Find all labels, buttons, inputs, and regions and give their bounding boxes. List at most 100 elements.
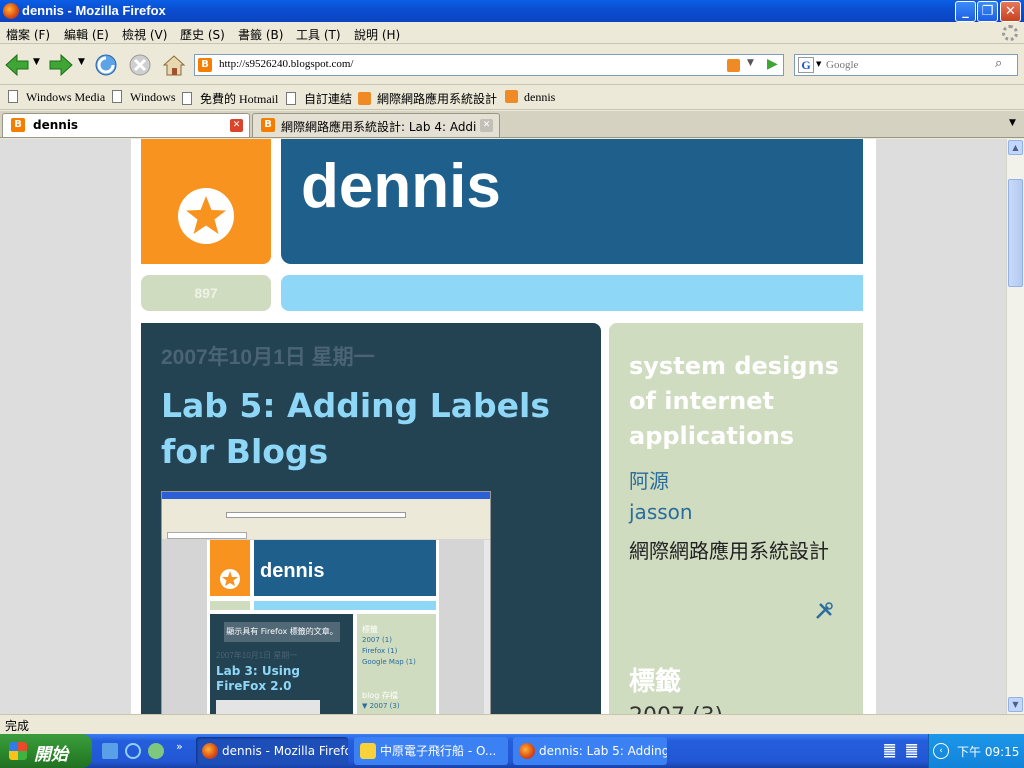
page-icon — [8, 90, 18, 103]
page-viewport: dennis 897 2007年10月1日 星期一 Lab 5: Adding … — [0, 139, 1006, 714]
quicklaunch-ie-icon[interactable] — [125, 743, 141, 759]
page-icon — [112, 90, 122, 103]
scroll-down-icon[interactable]: ▼ — [1008, 697, 1023, 712]
close-window-button[interactable]: ✕ — [1000, 1, 1021, 22]
tab-bar: B dennis ✕ B 網際網路應用系統設計: Lab 4: Addi... … — [0, 111, 1024, 138]
reload-icon[interactable] — [93, 52, 119, 78]
header-blue-block: dennis — [281, 139, 863, 264]
screenshot-tab — [167, 532, 247, 539]
bookmark-windows[interactable]: Windows — [112, 90, 176, 105]
screenshot-urlbar — [226, 512, 406, 518]
clock: 下午 09:15 — [957, 745, 1020, 759]
task-cycu[interactable]: 中原電子飛行船 - O... — [354, 737, 508, 765]
search-magnifier-icon[interactable]: ⌕ — [995, 56, 1002, 71]
ime-mode-icon[interactable]: ䷀ — [905, 741, 918, 759]
label-2007[interactable]: 2007 (3) — [629, 704, 723, 714]
back-dropdown-icon[interactable]: ▼ — [33, 57, 40, 67]
home-icon[interactable] — [161, 52, 187, 78]
window-title: dennis - Mozilla Firefox — [22, 3, 166, 18]
screenshot-thumbnail — [216, 700, 320, 714]
stop-icon[interactable] — [127, 52, 153, 78]
bookmark-custom-links[interactable]: 自訂連結 — [286, 90, 352, 107]
scroll-up-icon[interactable]: ▲ — [1008, 140, 1023, 155]
status-bar: 完成 — [0, 714, 1024, 734]
firefox-icon — [519, 743, 535, 759]
minimize-button[interactable]: _ — [955, 1, 976, 22]
sidebar-title: system designs of internet applications — [629, 352, 839, 450]
post-screenshot-image[interactable]: dennis 顯示具有 Firefox 標籤的文章。 2007年10月1日 星期… — [161, 491, 491, 714]
menu-bar: 檔案 (F) 編輯 (E) 檢視 (V) 歷史 (S) 書籤 (B) 工具 (T… — [0, 22, 1024, 44]
firefox-icon — [3, 3, 19, 19]
url-dropdown-icon[interactable]: ▼ — [747, 58, 754, 68]
vertical-scrollbar[interactable]: ▲ ▼ — [1006, 139, 1024, 714]
url-bar[interactable]: B http://s9526240.blogspot.com/ ▼ ▶ — [194, 54, 784, 76]
screenshot-star-icon — [220, 569, 240, 589]
bookmark-windows-media[interactable]: Windows Media — [8, 90, 105, 105]
task-firefox-lab5[interactable]: dennis: Lab 5: Adding ... — [513, 737, 667, 765]
page-icon — [286, 92, 296, 105]
header-orange-block — [141, 139, 271, 264]
edit-tools-icon[interactable] — [814, 601, 834, 621]
search-input[interactable] — [826, 56, 991, 74]
quicklaunch-desktop-icon[interactable] — [102, 743, 118, 759]
screenshot-blue-block: dennis — [254, 540, 436, 596]
tab-lab4[interactable]: B 網際網路應用系統設計: Lab 4: Addi... ✕ — [252, 113, 500, 137]
rss-icon — [505, 90, 518, 103]
bookmark-internet-app-design[interactable]: 網際網路應用系統設計 — [358, 90, 497, 107]
labels-heading: 標籤 — [629, 667, 682, 697]
ime-icon[interactable]: ䷀ — [883, 741, 896, 759]
tab-list-dropdown-icon[interactable]: ▼ — [1009, 118, 1016, 128]
post-title[interactable]: Lab 5: Adding Labels for Blogs — [161, 383, 581, 475]
star-logo-icon — [178, 188, 234, 244]
screenshot-post-column: 顯示具有 Firefox 標籤的文章。 2007年10月1日 星期一 Lab 3… — [210, 614, 353, 714]
close-tab-icon[interactable]: ✕ — [230, 119, 243, 132]
blog-title[interactable]: dennis — [301, 151, 501, 222]
start-button[interactable]: 開始 — [0, 734, 92, 768]
menu-help[interactable]: 說明 (H) — [354, 26, 400, 43]
main-post-column: 2007年10月1日 星期一 Lab 5: Adding Labels for … — [141, 323, 601, 714]
task-firefox-dennis[interactable]: dennis - Mozilla Firefox — [196, 737, 348, 765]
sidebar-link-internet-app[interactable]: 網際網路應用系統設計 — [629, 536, 834, 566]
tray-expand-icon[interactable]: ‹ — [933, 743, 949, 759]
bookmarks-toolbar: Windows Media Windows 免費的 Hotmail 自訂連結 網… — [0, 86, 1024, 110]
rss-feed-icon[interactable] — [727, 59, 740, 72]
go-icon[interactable]: ▶ — [767, 56, 778, 72]
bookmark-hotmail[interactable]: 免費的 Hotmail — [182, 90, 278, 107]
url-text[interactable]: http://s9526240.blogspot.com/ — [219, 58, 353, 70]
navigation-toolbar: ▼ ▼ B http://s9526240.blogspot.com/ ▼ ▶ … — [0, 45, 1024, 85]
sidebar-link-ayuan[interactable]: 阿源 — [629, 465, 669, 494]
tab-dennis[interactable]: B dennis ✕ — [2, 113, 250, 137]
system-tray: ‹ 下午 09:15 — [928, 734, 1024, 768]
visit-counter: 897 — [141, 275, 271, 311]
screenshot-titlebar — [162, 492, 490, 499]
forward-dropdown-icon[interactable]: ▼ — [78, 57, 85, 67]
menu-edit[interactable]: 編輯 (E) — [64, 26, 109, 43]
google-engine-icon[interactable]: G — [798, 57, 814, 73]
scroll-thumb[interactable] — [1008, 179, 1023, 287]
quicklaunch-more-icon[interactable]: » — [176, 740, 183, 753]
sidebar-link-jasson[interactable]: jasson — [629, 500, 693, 524]
screenshot-scrollbar — [484, 540, 490, 714]
windows-logo-icon — [9, 742, 27, 760]
page-icon — [182, 92, 192, 105]
throbber-icon — [1002, 25, 1018, 41]
bookmark-dennis[interactable]: dennis — [505, 90, 555, 105]
header-light-blue-bar — [281, 275, 863, 311]
menu-history[interactable]: 歷史 (S) — [180, 26, 225, 43]
menu-file[interactable]: 檔案 (F) — [6, 26, 50, 43]
blog-page: dennis 897 2007年10月1日 星期一 Lab 5: Adding … — [131, 139, 876, 714]
forward-arrow-icon[interactable] — [48, 53, 74, 77]
menu-tools[interactable]: 工具 (T) — [296, 26, 341, 43]
close-tab-icon[interactable]: ✕ — [480, 119, 493, 132]
menu-view[interactable]: 檢視 (V) — [122, 26, 167, 43]
maximize-button[interactable]: ❐ — [977, 1, 998, 22]
post-date: 2007年10月1日 星期一 — [161, 346, 375, 369]
search-bar[interactable]: G ▼ ⌕ — [794, 54, 1018, 76]
menu-bookmarks[interactable]: 書籤 (B) — [238, 26, 283, 43]
status-text: 完成 — [5, 719, 30, 733]
engine-dropdown-icon[interactable]: ▼ — [816, 60, 821, 68]
quicklaunch-messenger-icon[interactable] — [148, 743, 164, 759]
back-arrow-icon[interactable] — [4, 53, 30, 77]
rss-icon — [358, 92, 371, 105]
blog-sidebar: system designs of internet applications … — [609, 323, 863, 714]
